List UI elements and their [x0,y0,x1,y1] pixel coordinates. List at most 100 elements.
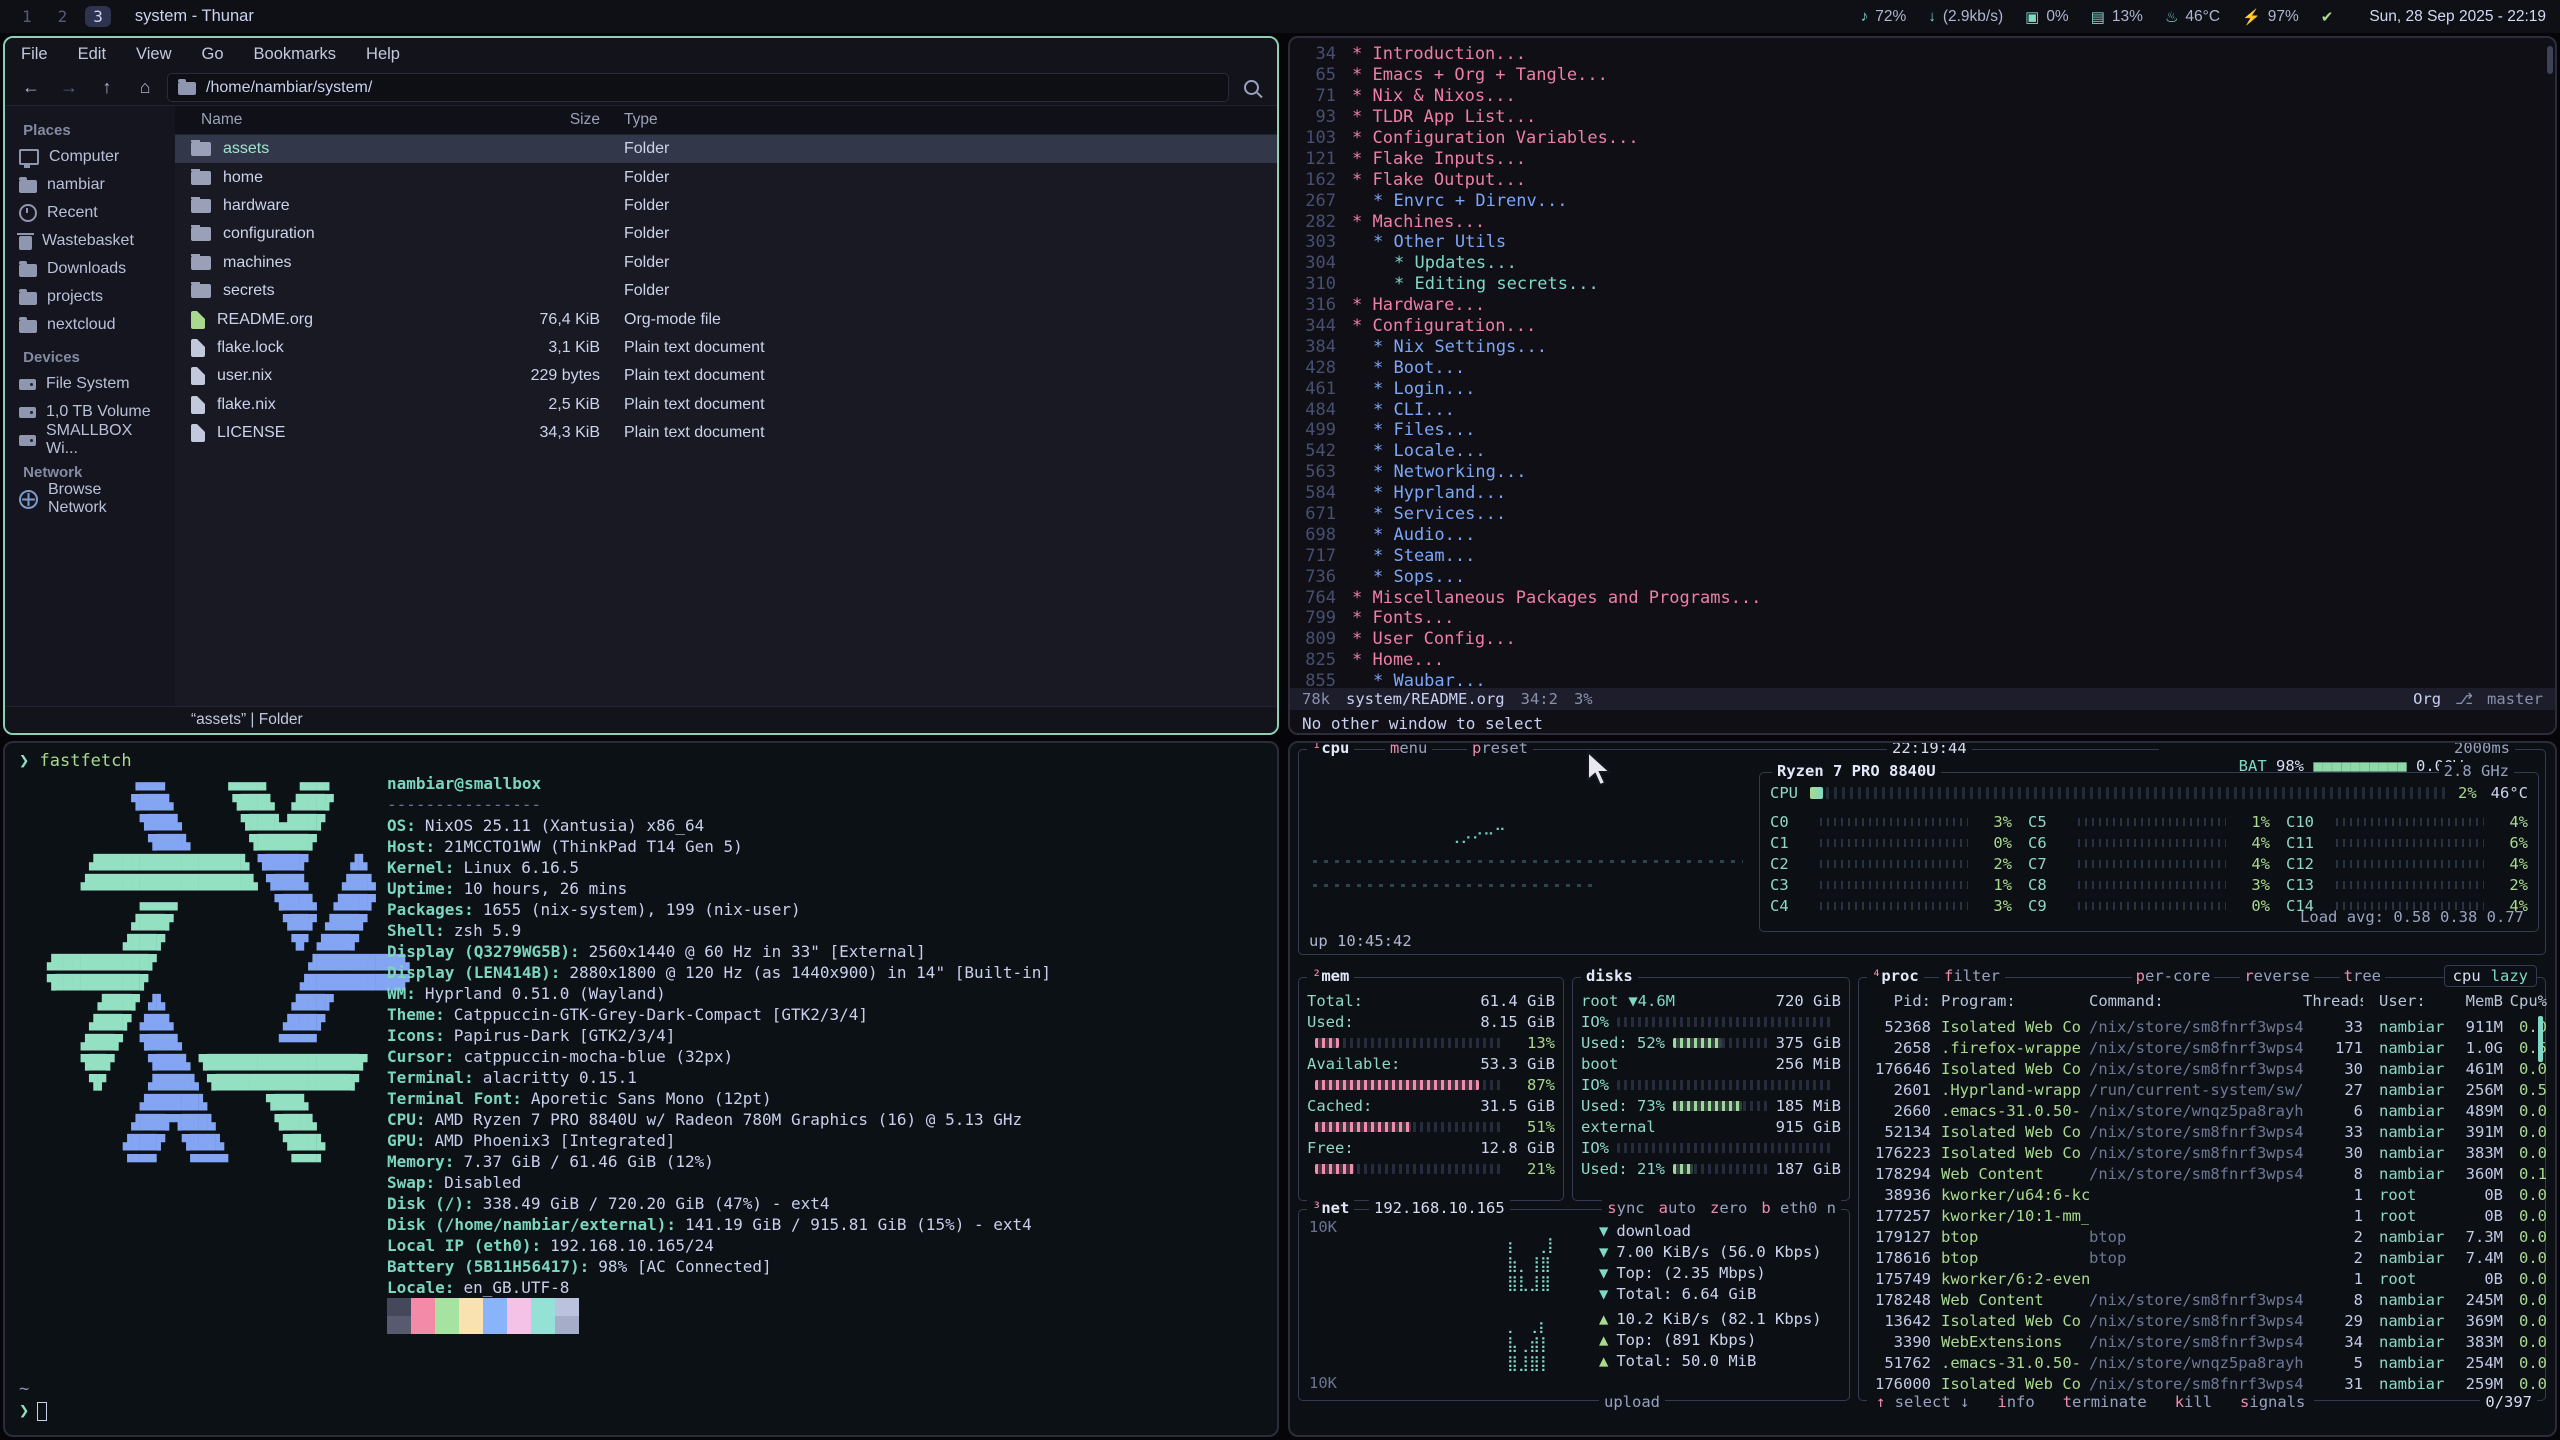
path-bar[interactable]: /home/nambiar/system/ [167,73,1229,102]
header-cpu[interactable]: Cpu% [2503,992,2547,1010]
process-row[interactable]: 176223 Isolated Web Co /nix/store/sm8fnr… [1867,1142,2535,1163]
proc-option[interactable]: reverse [2240,967,2313,985]
net-option[interactable]: auto [1659,1199,1696,1217]
status-module[interactable]: ⚡ 97% [2242,8,2299,26]
back-button[interactable]: ← [15,74,47,102]
file-row[interactable]: configuration Folder [175,220,1277,248]
process-row[interactable]: 178616 btop btop 2 nambiar 7.4M 0.0 [1867,1247,2535,1268]
status-module[interactable]: Sun, 28 Sep 2025 - 22:19 [2362,8,2546,26]
process-row[interactable]: 2601 .Hyprland-wrapp /run/current-system… [1867,1079,2535,1100]
status-module[interactable]: ▣ 0% [2025,8,2069,26]
menu-item[interactable]: Edit [78,45,106,64]
sidebar-entry[interactable]: nextcloud [5,311,175,339]
sidebar-entry[interactable]: Browse Network [5,485,175,513]
workspace-button[interactable]: 1 [14,6,40,27]
menu-item[interactable]: Bookmarks [254,45,337,64]
sidebar-entry[interactable]: SMALLBOX Wi... [5,426,175,454]
status-module[interactable]: ♪ 72% [1861,8,1907,26]
file-row[interactable]: assets Folder [175,135,1277,163]
column-header-size[interactable]: Size [520,111,600,129]
proc-box-title[interactable]: ⁴proc [1867,967,1924,985]
net-option[interactable]: sync [1607,1199,1644,1217]
header-mem[interactable]: MemB [2445,992,2503,1010]
status-module[interactable]: ▤ 13% [2091,8,2143,26]
forward-button[interactable]: → [53,74,85,102]
sidebar-entry[interactable]: Computer [5,143,175,171]
process-scrollbar[interactable] [2538,1016,2543,1062]
file-row[interactable]: secrets Folder [175,277,1277,305]
status-module[interactable]: ↓ (2.9kb/s) [1928,8,2003,26]
process-row[interactable]: 175749 kworker/6:2-even 1 root 0B 0.0 [1867,1268,2535,1289]
net-option[interactable]: zero [1710,1199,1747,1217]
menu-button[interactable]: menu [1385,741,1432,757]
process-row[interactable]: 51762 .emacs-31.0.50- /nix/store/wnqz5pa… [1867,1352,2535,1373]
sidebar-entry[interactable]: projects [5,283,175,311]
header-program[interactable]: Program: [1941,992,2089,1010]
menu-item[interactable]: View [136,45,171,64]
status-module[interactable]: ✔ [2321,8,2341,26]
process-row[interactable]: 2660 .emacs-31.0.50- /nix/store/wnqz5pa8… [1867,1100,2535,1121]
sidebar-entry[interactable]: Recent [5,199,175,227]
file-row[interactable]: hardware Folder [175,192,1277,220]
process-row[interactable]: 176646 Isolated Web Co /nix/store/sm8fnr… [1867,1058,2535,1079]
process-row[interactable]: 178248 Web Content /nix/store/sm8fnrf3wp… [1867,1289,2535,1310]
file-row[interactable]: user.nix 229 bytes Plain text document [175,362,1277,390]
process-row[interactable]: 38936 kworker/u64:6-kc 1 root 0B 0.0 [1867,1184,2535,1205]
process-row[interactable]: 52134 Isolated Web Co /nix/store/sm8fnrf… [1867,1121,2535,1142]
file-row[interactable]: LICENSE 34,3 KiB Plain text document [175,419,1277,447]
filter-button[interactable]: filter [1939,967,2005,985]
sidebar-entry[interactable]: nambiar [5,171,175,199]
process-row[interactable]: 13642 Isolated Web Co /nix/store/sm8fnrf… [1867,1310,2535,1331]
sidebar-entry[interactable]: Places [5,112,175,143]
process-row[interactable]: 177257 kworker/10:1-mm_ 1 root 0B 0.0 [1867,1205,2535,1226]
fetch-info-line: Kernel:Linux 6.16.5 [387,857,1051,878]
process-hint[interactable]: info [1993,1393,2038,1411]
process-hint[interactable]: terminate [2059,1393,2151,1411]
menu-item[interactable]: Go [202,45,224,64]
menu-item[interactable]: File [21,45,48,64]
header-threads[interactable]: Threads: [2303,992,2363,1010]
search-button[interactable] [1235,74,1267,102]
emacs-scrollbar[interactable] [2547,46,2553,74]
process-row[interactable]: 176000 Isolated Web Co /nix/store/sm8fnr… [1867,1373,2535,1394]
header-pid[interactable]: Pid: [1867,992,1931,1010]
file-row[interactable]: flake.lock 3,1 KiB Plain text document [175,334,1277,362]
menu-item[interactable]: Help [366,45,400,64]
process-hint[interactable]: signals [2236,1393,2309,1411]
column-header-name[interactable]: Name [175,111,520,129]
preset-button[interactable]: preset [1467,741,1533,757]
update-interval[interactable]: 2000ms [2449,741,2515,757]
process-row[interactable]: 179127 btop btop 2 nambiar 7.3M 0.0 [1867,1226,2535,1247]
net-option[interactable]: b eth0 n [1761,1199,1836,1217]
sidebar-entry[interactable]: Wastebasket [5,227,175,255]
process-hint[interactable]: kill [2171,1393,2216,1411]
disks-box-title[interactable]: disks [1581,967,1638,985]
home-button[interactable]: ⌂ [129,74,161,102]
proc-option[interactable]: tree [2340,967,2385,985]
header-user[interactable]: User: [2363,992,2445,1010]
file-row[interactable]: home Folder [175,163,1277,191]
file-row[interactable]: flake.nix 2,5 KiB Plain text document [175,391,1277,419]
header-command[interactable]: Command: [2089,992,2303,1010]
process-row[interactable]: 2658 .firefox-wrappe /nix/store/sm8fnrf3… [1867,1037,2535,1058]
sort-selector[interactable]: cpulazy [2444,965,2537,987]
workspace-button[interactable]: 3 [85,6,111,27]
sidebar-entry[interactable]: Devices [5,339,175,370]
up-button[interactable]: ↑ [91,74,123,102]
sidebar-entry[interactable]: File System [5,370,175,398]
status-module[interactable]: ♨ 46°C [2165,8,2220,26]
workspace-button[interactable]: 2 [50,6,76,27]
proc-option[interactable]: per-core [2132,967,2215,985]
process-row[interactable]: 3390 WebExtensions /nix/store/sm8fnrf3wp… [1867,1331,2535,1352]
sidebar-entry[interactable]: Downloads [5,255,175,283]
file-row[interactable]: machines Folder [175,249,1277,277]
process-hint[interactable]: ↑ select ↓ [1872,1393,1973,1411]
process-row[interactable]: 178294 Web Content /nix/store/sm8fnrf3wp… [1867,1163,2535,1184]
cpu-box-title[interactable]: ¹cpu [1307,741,1354,757]
process-row[interactable]: 52368 Isolated Web Co /nix/store/sm8fnrf… [1867,1016,2535,1037]
shell-prompt[interactable]: ❯ [19,1401,47,1421]
net-box-title[interactable]: ³net [1307,1199,1354,1217]
column-header-type[interactable]: Type [600,111,1277,129]
file-row[interactable]: README.org 76,4 KiB Org-mode file [175,305,1277,333]
mem-box-title[interactable]: ²mem [1307,967,1354,985]
